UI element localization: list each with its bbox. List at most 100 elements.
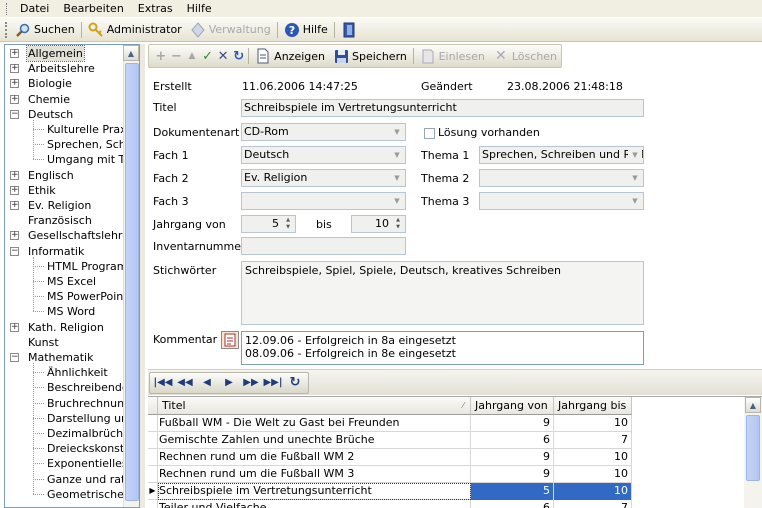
inventory-field[interactable] xyxy=(241,237,406,255)
collapse-minus-icon[interactable]: − xyxy=(10,353,19,362)
comment-label: Kommentar xyxy=(153,333,218,346)
expand-plus-icon[interactable]: + xyxy=(10,201,19,210)
thema3-select[interactable]: ▼ xyxy=(479,192,644,210)
spinner-arrows-icon[interactable]: ▲ ▼ xyxy=(282,217,294,231)
save-button[interactable]: Speichern xyxy=(329,46,411,66)
chevron-down-icon[interactable]: ▼ xyxy=(628,171,642,185)
menu-hilfe[interactable]: Hilfe xyxy=(180,2,219,15)
cell-jahrgang-von[interactable]: 9 xyxy=(471,449,554,466)
cell-title[interactable]: Schreibspiele im Vertretungsunterricht xyxy=(158,483,471,500)
chevron-down-icon[interactable]: ▼ xyxy=(390,148,404,162)
cell-jahrgang-von[interactable]: 9 xyxy=(471,466,554,483)
cell-jahrgang-bis[interactable]: 10 xyxy=(554,466,632,483)
chevron-down-icon[interactable]: ▼ xyxy=(628,194,642,208)
thema1-select[interactable]: Sprechen, Schreiben und Reflexion ▼ xyxy=(479,146,644,164)
tree-scrollbar[interactable]: ▲ xyxy=(123,45,139,507)
tree-item-label: Chemie xyxy=(28,92,70,106)
remove-icon[interactable]: − xyxy=(169,46,185,66)
doctype-select[interactable]: CD-Rom ▼ xyxy=(241,123,406,141)
expand-plus-icon[interactable]: + xyxy=(10,49,19,58)
title-field[interactable]: Schreibspiele im Vertretungsunterricht xyxy=(241,99,644,117)
show-button[interactable]: Anzeigen xyxy=(251,46,329,66)
menu-datei[interactable]: Datei xyxy=(13,2,56,15)
grid-scroll-thumb[interactable] xyxy=(746,415,760,481)
cell-title[interactable]: Rechnen rund um die Fußball WM 3 xyxy=(158,466,471,483)
cell-title[interactable]: Teiler und Vielfache xyxy=(158,500,471,508)
scroll-up-arrow-icon[interactable]: ▲ xyxy=(745,397,761,413)
prev-record-icon[interactable]: ◀ xyxy=(196,373,218,393)
cell-title[interactable]: Gemischte Zahlen und unechte Brüche xyxy=(158,432,471,449)
fach2-select[interactable]: Ev. Religion ▼ xyxy=(241,169,406,187)
expand-plus-icon[interactable]: + xyxy=(10,79,19,89)
cell-title[interactable]: Fußball WM - Die Welt zu Gast bei Freund… xyxy=(158,415,471,432)
fach1-select[interactable]: Deutsch ▼ xyxy=(241,146,406,164)
column-header-title[interactable]: Titel ⁄ xyxy=(158,397,471,415)
expand-plus-icon[interactable]: + xyxy=(10,185,19,195)
menu-extras[interactable]: Extras xyxy=(131,2,180,15)
expand-plus-icon[interactable]: + xyxy=(10,231,19,241)
prev-page-icon[interactable]: ◀◀ xyxy=(174,373,196,393)
next-record-icon[interactable]: ▶ xyxy=(218,373,240,393)
cell-jahrgang-bis[interactable]: 7 xyxy=(554,500,632,508)
grid-scrollbar[interactable]: ▲ xyxy=(744,397,762,508)
tree-scroll-thumb[interactable] xyxy=(125,63,139,501)
help-button[interactable]: ? Hilfe xyxy=(280,20,332,40)
cancel-x-icon[interactable]: ✕ xyxy=(215,46,231,66)
subject-tree[interactable]: + Allgemein + Arbeitslehre + Biologie + Chemie −… xyxy=(4,44,140,508)
collapse-minus-icon[interactable]: − xyxy=(10,246,19,256)
spinner-arrows-icon[interactable]: ▲ ▼ xyxy=(392,217,404,231)
table-row[interactable]: Rechnen rund um die Fußball WM 3 9 10 xyxy=(148,466,632,483)
search-button[interactable]: Suchen xyxy=(11,20,79,40)
solution-checkbox[interactable] xyxy=(424,128,435,139)
delete-button[interactable]: ✕ Löschen xyxy=(489,46,561,66)
table-row[interactable]: Fußball WM - Die Welt zu Gast bei Freund… xyxy=(148,415,632,432)
jahrgang-to-spinner[interactable]: 10 ▲ ▼ xyxy=(351,215,406,233)
thema2-select[interactable]: ▼ xyxy=(479,169,644,187)
import-button[interactable]: Einlesen xyxy=(416,46,489,66)
navigator-bar: |◀◀ ◀◀ ◀ ▶ ▶▶ ▶▶| ↻ xyxy=(149,371,309,394)
cell-jahrgang-von[interactable]: 6 xyxy=(471,432,554,449)
chevron-down-icon[interactable]: ▼ xyxy=(390,125,404,139)
detail-toolbar: + − ▲ ✓ ✕ ↻ Anzeigen Speichern Einlesen … xyxy=(148,44,562,68)
last-record-icon[interactable]: ▶▶| xyxy=(262,373,284,393)
cell-jahrgang-bis[interactable]: 10 xyxy=(554,483,632,500)
administrator-button[interactable]: Administrator xyxy=(84,20,186,40)
table-row[interactable]: ▶ Schreibspiele im Vertretungsunterricht 5… xyxy=(148,483,632,500)
add-icon[interactable]: + xyxy=(153,46,169,66)
table-row[interactable]: Rechnen rund um die Fußball WM 2 9 10 xyxy=(148,449,632,466)
comment-textarea[interactable]: 12.09.06 - Erfolgreich in 8a eingesetzt … xyxy=(241,331,644,365)
chevron-down-icon[interactable]: ▼ xyxy=(628,148,642,162)
menu-bearbeiten[interactable]: Bearbeiten xyxy=(56,2,130,15)
chevron-down-icon[interactable]: ▼ xyxy=(390,171,404,185)
first-record-icon[interactable]: |◀◀ xyxy=(152,373,174,393)
expand-plus-icon[interactable]: + xyxy=(10,322,19,332)
expand-plus-icon[interactable]: + xyxy=(10,64,19,74)
jahrgang-from-spinner[interactable]: 5 ▲ ▼ xyxy=(241,215,296,233)
cell-jahrgang-bis[interactable]: 10 xyxy=(554,449,632,466)
scroll-up-arrow-icon[interactable]: ▲ xyxy=(123,45,139,61)
table-row[interactable]: Gemischte Zahlen und unechte Brüche 6 7 xyxy=(148,432,632,449)
expand-plus-icon[interactable]: + xyxy=(10,94,19,104)
cell-jahrgang-bis[interactable]: 10 xyxy=(554,415,632,432)
exit-button[interactable] xyxy=(337,20,364,40)
verwaltung-button[interactable]: Verwaltung xyxy=(186,20,275,40)
expand-plus-icon[interactable]: + xyxy=(10,170,19,180)
up-icon[interactable]: ▲ xyxy=(184,46,200,66)
chevron-down-icon[interactable]: ▼ xyxy=(390,194,404,208)
cell-title[interactable]: Rechnen rund um die Fußball WM 2 xyxy=(158,449,471,466)
fach3-select[interactable]: ▼ xyxy=(241,192,406,210)
cell-jahrgang-bis[interactable]: 7 xyxy=(554,432,632,449)
cell-jahrgang-von[interactable]: 5 xyxy=(471,483,554,500)
refresh-icon[interactable]: ↻ xyxy=(231,46,247,66)
table-row[interactable]: Teiler und Vielfache 6 7 xyxy=(148,500,632,508)
refresh-icon[interactable]: ↻ xyxy=(284,373,306,393)
next-page-icon[interactable]: ▶▶ xyxy=(240,373,262,393)
cell-jahrgang-von[interactable]: 9 xyxy=(471,415,554,432)
notes-icon[interactable] xyxy=(221,331,239,349)
cell-jahrgang-von[interactable]: 6 xyxy=(471,500,554,508)
column-header-jahrgang-bis[interactable]: Jahrgang bis xyxy=(554,397,632,415)
confirm-check-icon[interactable]: ✓ xyxy=(200,46,216,66)
keywords-textarea[interactable]: Schreibspiele, Spiel, Spiele, Deutsch, k… xyxy=(241,261,644,325)
column-header-jahrgang-von[interactable]: Jahrgang von xyxy=(471,397,554,415)
collapse-minus-icon[interactable]: − xyxy=(10,109,19,119)
